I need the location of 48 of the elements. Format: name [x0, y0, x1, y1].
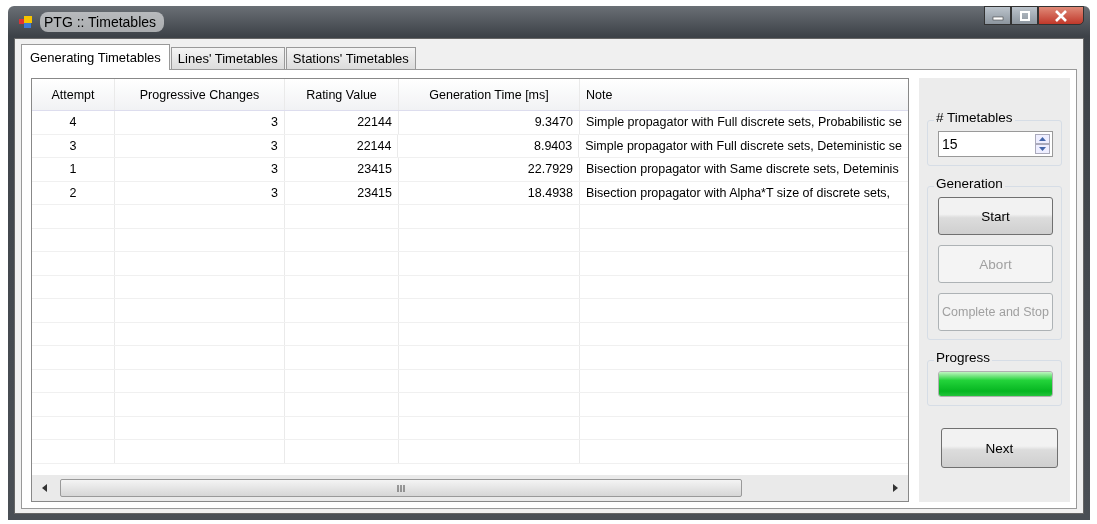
- table-cell-text: Bisection propagator with Alpha*T size of discrete sets,: [585, 184, 892, 202]
- spin-down-icon[interactable]: [1035, 144, 1050, 154]
- spin-up-icon[interactable]: [1035, 134, 1050, 144]
- table-cell: 9.3470: [398, 111, 580, 134]
- table-cell: 3: [115, 111, 285, 134]
- table-cell: 23415: [285, 158, 399, 181]
- column-header[interactable]: Rating Value: [285, 79, 399, 110]
- table-cell: 3: [115, 181, 285, 204]
- window-title: PTG :: Timetables: [40, 12, 165, 32]
- number-spinner[interactable]: 15: [938, 131, 1053, 157]
- app-icon: [18, 14, 34, 30]
- maximize-button[interactable]: [1011, 6, 1038, 25]
- table-cell-text: Simple propagator with Full discrete sets, Probabilistic se: [584, 114, 903, 131]
- scroll-left-icon[interactable]: [42, 484, 48, 492]
- table-cell: 22144: [284, 134, 399, 157]
- next-button[interactable]: Next: [941, 428, 1058, 468]
- table-cell: 3: [32, 134, 115, 157]
- tab[interactable]: Stations' Timetables: [285, 47, 416, 69]
- group-label: Progress: [934, 350, 993, 365]
- table-cell: 4: [32, 111, 115, 134]
- close-button[interactable]: [1038, 6, 1084, 25]
- table-cell: 8.9403: [398, 134, 580, 157]
- horizontal-scrollbar[interactable]: [32, 475, 908, 501]
- tab[interactable]: Lines' Timetables: [170, 47, 285, 69]
- column-header[interactable]: Attempt: [32, 79, 115, 110]
- table-cell: 3: [115, 158, 285, 181]
- table-cell: 23415: [285, 181, 399, 204]
- group-label: # Timetables: [934, 110, 1015, 125]
- column-header[interactable]: Progressive Changes: [115, 79, 285, 110]
- tab[interactable]: Generating Timetables: [21, 44, 170, 70]
- table-cell: 3: [114, 134, 285, 157]
- column-header[interactable]: Note: [580, 79, 908, 110]
- table-cell: 22.7929: [399, 158, 580, 181]
- table-cell-text: Simple propagator with Full discrete sets, Deteministic se: [584, 137, 903, 155]
- grip-icon: [397, 484, 405, 492]
- maximize-icon: [1018, 10, 1031, 21]
- table-cell: 22144: [284, 111, 399, 134]
- table-cell: 1: [32, 158, 115, 181]
- column-header[interactable]: Generation Time [ms]: [399, 79, 580, 110]
- close-icon: [1054, 9, 1068, 22]
- table-cell-text: Bisection propagator with Same discrete sets, Deteminis: [585, 161, 900, 178]
- group-label: Generation: [934, 176, 1005, 191]
- table-cell: 18.4938: [399, 181, 580, 204]
- action-button[interactable]: Start: [938, 197, 1053, 235]
- table-cell: 2: [32, 181, 115, 204]
- scroll-thumb[interactable]: [60, 479, 742, 497]
- minimize-button[interactable]: [984, 6, 1011, 25]
- scroll-right-icon[interactable]: [892, 484, 898, 492]
